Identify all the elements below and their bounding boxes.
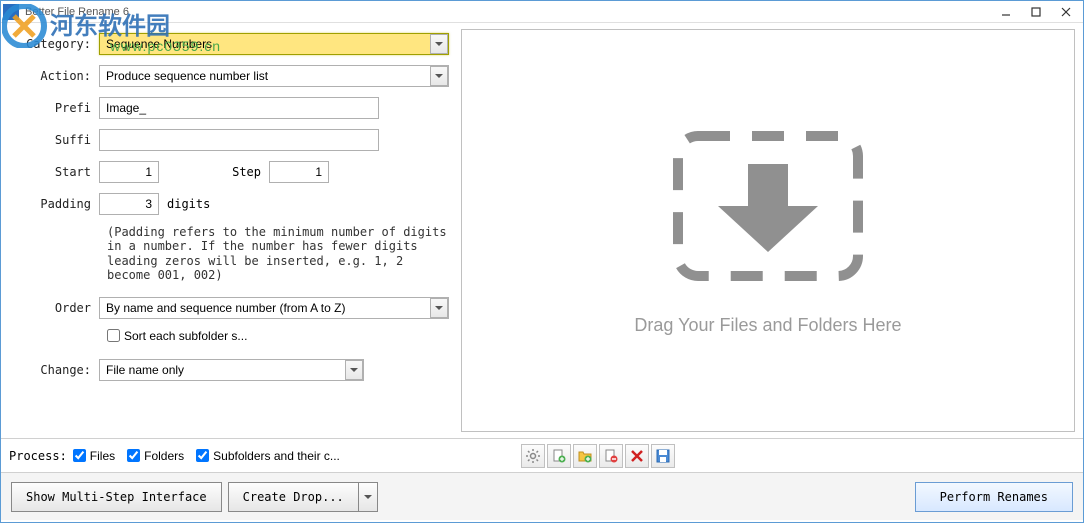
sort-subfolder-checkbox[interactable]: Sort each subfolder s... [107,329,247,343]
process-toolbar: Process: Files Folders Subfolders and th… [1,438,1083,472]
chevron-down-icon[interactable] [430,298,448,318]
process-folders-checkbox[interactable]: Folders [127,449,184,463]
digits-label: digits [167,197,210,211]
process-subfolders-checkbox[interactable]: Subfolders and their c... [196,449,340,463]
step-label: Step [199,165,269,179]
bottom-bar: Show Multi-Step Interface Create Drop...… [1,472,1083,520]
step-input[interactable] [269,161,329,183]
change-label: Change: [11,363,99,377]
category-select[interactable]: Sequence Numbers [99,33,449,55]
titlebar: Better File Rename 6 [1,1,1083,23]
padding-input[interactable] [99,193,159,215]
window-title: Better File Rename 6 [25,6,991,18]
save-disk-icon[interactable] [651,444,675,468]
minimize-button[interactable] [991,2,1021,22]
remove-file-icon[interactable] [599,444,623,468]
padding-help-text: (Padding refers to the minimum number of… [107,225,447,283]
add-folder-icon[interactable] [573,444,597,468]
perform-renames-button[interactable]: Perform Renames [915,482,1073,512]
maximize-button[interactable] [1021,2,1051,22]
show-multi-step-button[interactable]: Show Multi-Step Interface [11,482,222,512]
settings-gear-icon[interactable] [521,444,545,468]
category-label: Category: [11,37,99,51]
action-select[interactable]: Produce sequence number list [99,65,449,87]
close-button[interactable] [1051,2,1081,22]
add-file-icon[interactable] [547,444,571,468]
process-files-checkbox[interactable]: Files [73,449,115,463]
start-label: Start [11,165,99,179]
suffix-label: Suffi [11,133,99,147]
dropzone-text: Drag Your Files and Folders Here [634,315,901,336]
dropzone-panel[interactable]: Drag Your Files and Folders Here [461,29,1075,432]
process-label: Process: [9,449,67,463]
padding-label: Padding [11,197,99,211]
action-label: Action: [11,69,99,83]
prefix-label: Prefi [11,101,99,115]
change-select[interactable]: File name only [99,359,364,381]
order-label: Order [11,301,99,315]
create-droplet-button[interactable]: Create Drop... [228,482,358,512]
chevron-down-icon[interactable] [430,34,448,54]
start-input[interactable] [99,161,159,183]
delete-icon[interactable] [625,444,649,468]
chevron-down-icon[interactable] [345,360,363,380]
suffix-input[interactable] [99,129,379,151]
settings-panel: Category: Sequence Numbers Action: Produ… [1,23,461,438]
order-select[interactable]: By name and sequence number (from A to Z… [99,297,449,319]
chevron-down-icon[interactable] [430,66,448,86]
app-icon [3,4,19,20]
create-droplet-dropdown[interactable] [358,482,378,512]
dropzone-download-icon [668,126,868,291]
prefix-input[interactable] [99,97,379,119]
